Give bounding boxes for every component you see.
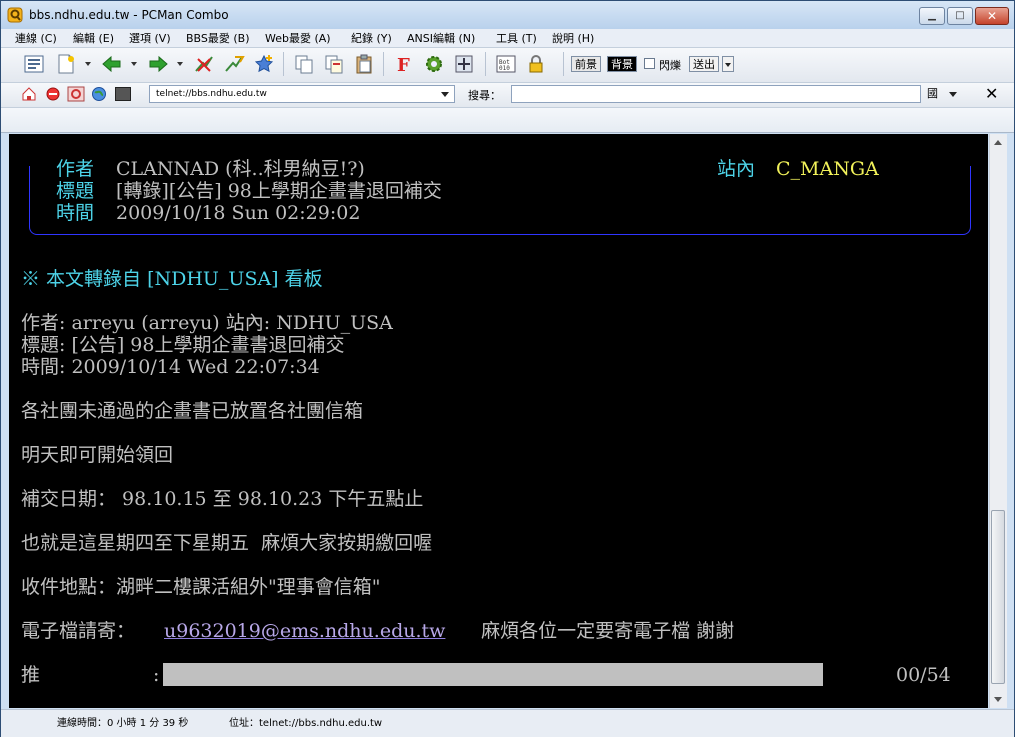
svg-text:010: 010: [499, 65, 510, 72]
original-title: 標題: [公告] 98上學期企畫書退回補交: [21, 334, 345, 356]
blink-label: 閃爍: [659, 59, 681, 72]
push-colon: :: [153, 664, 160, 686]
back-icon[interactable]: [101, 53, 123, 75]
stop-icon[interactable]: [45, 86, 61, 102]
address-toolbar: telnet://bbs.ndhu.edu.tw 搜尋： 國 ✕: [1, 83, 1014, 108]
svg-text:F: F: [397, 55, 410, 75]
menu-options[interactable]: 選項 (V): [129, 30, 171, 46]
back-dropdown-arrow[interactable]: [131, 62, 137, 66]
close-toolbar-icon[interactable]: ✕: [985, 84, 998, 103]
search-engine-dropdown-arrow[interactable]: [949, 92, 957, 97]
search-input[interactable]: [511, 85, 921, 103]
menu-ansi-edit[interactable]: ANSI編輯 (N): [407, 30, 475, 46]
menu-help[interactable]: 說明 (H): [552, 30, 594, 46]
board-name: C_MANGA: [776, 158, 879, 180]
status-bar: 連線時間：0 小時 1 分 39 秒 位址：telnet://bbs.ndhu.…: [1, 709, 1014, 737]
menu-web-favorites[interactable]: Web最愛 (A): [265, 30, 331, 46]
body-line: 也就是這星期四至下星期五 麻煩大家按期繳回喔: [21, 532, 433, 554]
scroll-thumb[interactable]: [991, 510, 1005, 684]
tab-strip: [1, 108, 1014, 133]
main-toolbar: F Bot 010 前景 背景 閃爍 送出: [1, 48, 1014, 83]
menu-bbs-favorites[interactable]: BBS最愛 (B): [186, 30, 250, 46]
address-input[interactable]: telnet://bbs.ndhu.edu.tw: [149, 85, 455, 103]
close-button[interactable]: ✕: [975, 7, 1009, 25]
title-label: 標題: [56, 180, 95, 202]
forward-icon[interactable]: [147, 53, 169, 75]
site-list-icon[interactable]: [23, 53, 45, 75]
lock-icon[interactable]: [525, 53, 547, 75]
background-color-button[interactable]: 背景: [607, 56, 637, 72]
body-line: 補交日期： 98.10.15 至 98.10.23 下午五點止: [21, 488, 424, 510]
menu-log[interactable]: 紀錄 (Y): [351, 30, 392, 46]
board-label: 站內: [717, 158, 756, 180]
menu-edit[interactable]: 編輯 (E): [73, 30, 114, 46]
email-link[interactable]: u9632019@ems.ndhu.edu.tw: [164, 620, 445, 642]
search-label: 搜尋：: [468, 89, 501, 102]
send-button[interactable]: 送出: [689, 56, 719, 72]
email-suffix: 麻煩各位一定要寄電子檔 謝謝: [469, 620, 735, 642]
minimize-button[interactable]: ▁: [919, 7, 945, 25]
time-label: 時間: [56, 202, 95, 224]
email-prefix: 電子檔請寄：: [21, 620, 136, 642]
push-input[interactable]: [163, 663, 823, 686]
globe-icon[interactable]: [91, 86, 107, 102]
vertical-scrollbar[interactable]: [989, 134, 1007, 708]
author-value: CLANNAD (科..科男納豆!?): [116, 158, 365, 180]
body-line: 明天即可開始領回: [21, 444, 174, 466]
disconnect-icon[interactable]: [193, 53, 215, 75]
scroll-up-arrow[interactable]: [994, 140, 1002, 145]
body-line: 各社團未通過的企畫書已放置各社團信箱: [21, 400, 364, 422]
scroll-down-arrow[interactable]: [994, 697, 1002, 702]
reconnect-icon[interactable]: [223, 53, 245, 75]
paste-icon[interactable]: [353, 53, 375, 75]
connection-time: 連線時間：0 小時 1 分 39 秒: [57, 718, 189, 729]
menu-bar: 連線 (C) 編輯 (E) 選項 (V) BBS最愛 (B) Web最愛 (A)…: [1, 29, 1014, 48]
new-dropdown-arrow[interactable]: [85, 62, 91, 66]
add-favorite-icon[interactable]: [253, 53, 275, 75]
menu-tools[interactable]: 工具 (T): [496, 30, 537, 46]
pcman-app-icon: [7, 7, 23, 23]
author-label: 作者: [56, 158, 95, 180]
blink-checkbox[interactable]: [644, 58, 655, 69]
maximize-button[interactable]: □: [947, 7, 973, 25]
time-value: 2009/10/18 Sun 02:29:02: [116, 202, 361, 224]
font-icon[interactable]: F: [393, 53, 415, 75]
push-counter: 00/54: [896, 664, 951, 686]
status-address: 位址：telnet://bbs.ndhu.edu.tw: [229, 718, 383, 729]
send-dropdown[interactable]: [722, 56, 734, 72]
terminal-screen[interactable]: 作者 CLANNAD (科..科男納豆!?) 站內 C_MANGA 標題 [轉錄…: [9, 134, 988, 708]
app-window: bbs.ndhu.edu.tw - PCMan Combo ▁ □ ✕ 連線 (…: [0, 0, 1015, 737]
new-connection-icon[interactable]: [55, 53, 77, 75]
body-line: 收件地點：湖畔二樓課活組外"理事會信箱": [21, 576, 381, 598]
title-bar[interactable]: bbs.ndhu.edu.tw - PCMan Combo ▁ □ ✕: [1, 1, 1014, 29]
home-icon[interactable]: [21, 86, 37, 102]
push-label: 推: [21, 664, 41, 686]
terminal-icon[interactable]: [115, 87, 131, 101]
menu-connection[interactable]: 連線 (C): [15, 30, 57, 46]
copy-icon[interactable]: [293, 53, 315, 75]
fullscreen-icon[interactable]: [453, 53, 475, 75]
copy-with-color-icon[interactable]: [323, 53, 345, 75]
original-time: 時間: 2009/10/14 Wed 22:07:34: [21, 356, 320, 378]
forward-dropdown-arrow[interactable]: [177, 62, 183, 66]
address-dropdown-arrow[interactable]: [441, 92, 449, 97]
search-engine-select[interactable]: 國: [923, 85, 967, 103]
bot-script-icon[interactable]: Bot010: [495, 53, 517, 75]
repost-note: ※ 本文轉錄自 [NDHU_USA] 看板: [21, 268, 323, 290]
original-author: 作者: arreyu (arreyu) 站內: NDHU_USA: [21, 312, 393, 334]
refresh-icon[interactable]: [67, 86, 85, 102]
window-title: bbs.ndhu.edu.tw - PCMan Combo: [29, 8, 229, 22]
foreground-color-button[interactable]: 前景: [571, 56, 601, 72]
settings-gear-icon[interactable]: [423, 53, 445, 75]
title-value: [轉錄][公告] 98上學期企畫書退回補交: [116, 180, 442, 202]
